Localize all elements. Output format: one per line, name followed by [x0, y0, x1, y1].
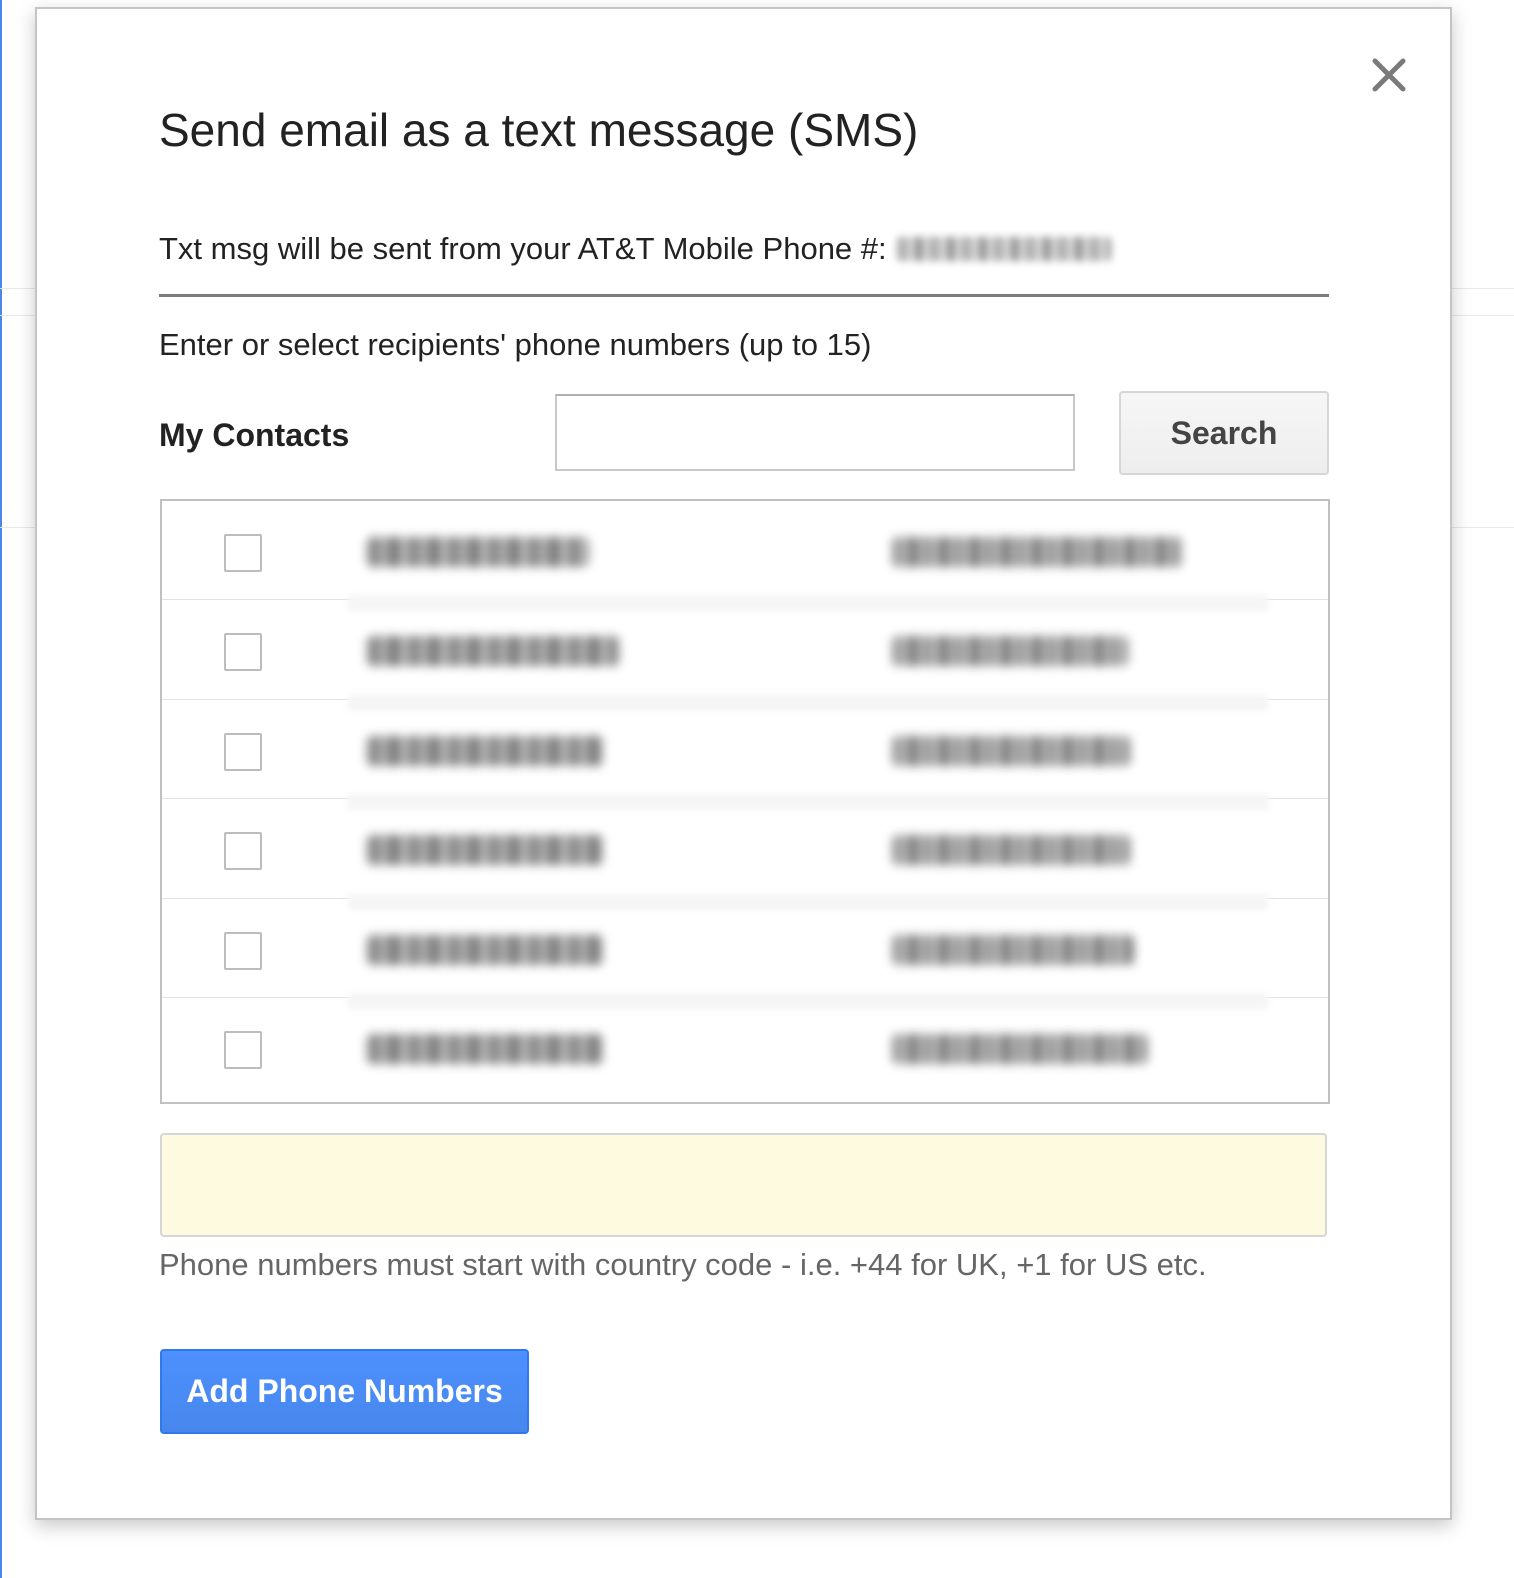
contact-row[interactable] — [162, 899, 1328, 1009]
dialog-title: Send email as a text message (SMS) — [159, 104, 919, 156]
redacted-contact-name — [367, 835, 603, 866]
contact-checkbox[interactable] — [224, 832, 262, 871]
contact-checkbox[interactable] — [224, 1030, 262, 1069]
my-contacts-label: My Contacts — [159, 417, 350, 453]
close-button[interactable] — [1367, 53, 1411, 97]
contact-row[interactable] — [162, 799, 1328, 910]
close-icon — [1372, 58, 1406, 92]
sender-line: Txt msg will be sent from your AT&T Mobi… — [159, 231, 1111, 267]
contact-row[interactable] — [162, 700, 1328, 811]
redacted-contact-name — [367, 934, 603, 965]
redacted-contact-name — [367, 735, 603, 766]
recipients-field[interactable] — [160, 1133, 1327, 1237]
contact-row[interactable] — [162, 501, 1328, 612]
contact-checkbox[interactable] — [224, 633, 262, 672]
redacted-phone-number — [896, 237, 1111, 261]
contact-search-input[interactable] — [555, 394, 1075, 471]
redacted-contact-phone — [892, 735, 1130, 766]
contact-checkbox[interactable] — [224, 931, 262, 970]
redacted-contact-phone — [892, 636, 1128, 667]
redacted-contact-phone — [892, 835, 1130, 866]
redacted-contact-name — [367, 636, 619, 667]
recipients-instructions: Enter or select recipients' phone number… — [159, 327, 872, 362]
add-phone-numbers-button[interactable]: Add Phone Numbers — [160, 1349, 529, 1434]
redacted-contact-phone — [892, 934, 1134, 965]
sender-label: Txt msg will be sent from your AT&T Mobi… — [159, 231, 887, 266]
contact-list[interactable] — [160, 499, 1330, 1104]
contact-checkbox[interactable] — [224, 534, 262, 572]
redacted-contact-phone — [892, 537, 1182, 567]
divider — [159, 294, 1329, 297]
contact-row[interactable] — [162, 998, 1328, 1097]
contact-row[interactable] — [162, 600, 1328, 711]
sms-dialog: Send email as a text message (SMS) Txt m… — [35, 7, 1452, 1520]
redacted-contact-name — [367, 1033, 603, 1064]
background-edge — [0, 0, 2, 1578]
contact-checkbox[interactable] — [224, 732, 262, 771]
country-code-hint: Phone numbers must start with country co… — [159, 1247, 1207, 1282]
redacted-contact-name — [367, 537, 589, 567]
search-button[interactable]: Search — [1119, 391, 1329, 475]
redacted-contact-phone — [892, 1033, 1148, 1064]
